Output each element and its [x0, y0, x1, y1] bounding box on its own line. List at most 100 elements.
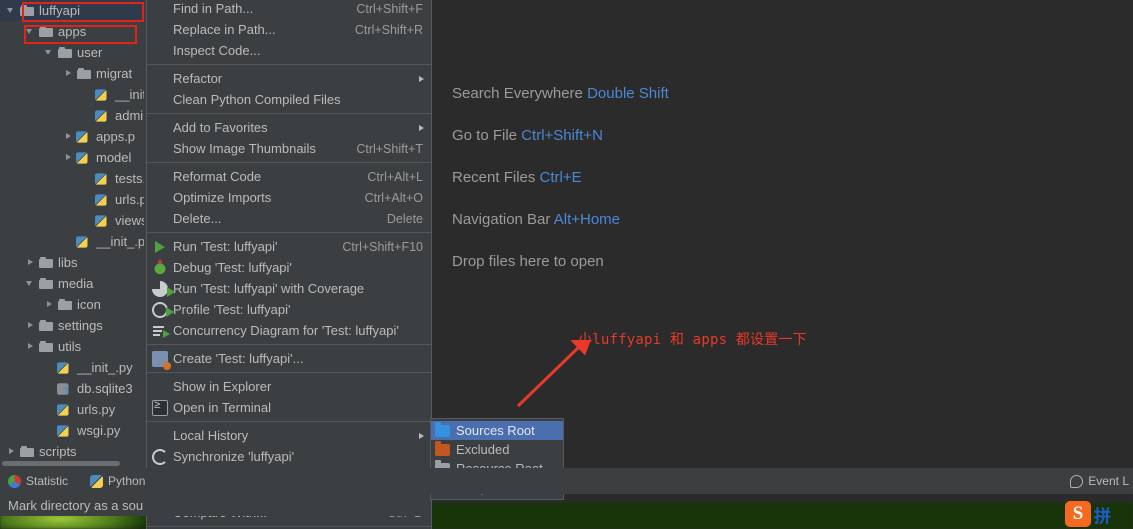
menu-item-open-in-terminal[interactable]: Open in Terminal: [147, 397, 431, 418]
scrollbar-thumb[interactable]: [2, 461, 120, 466]
folder-icon: [38, 276, 54, 292]
tree-item-dbsqlite3[interactable]: db.sqlite3: [0, 378, 144, 399]
menu-item-reformat-code[interactable]: Reformat Code Ctrl+Alt+L: [147, 166, 431, 187]
sidebar-horizontal-scrollbar[interactable]: [0, 459, 144, 468]
tree-item-admin[interactable]: admin: [0, 105, 144, 126]
tree-item-wsgipy[interactable]: wsgi.py: [0, 420, 144, 441]
context-menu[interactable]: Find in Path... Ctrl+Shift+F Replace in Pa…: [146, 0, 432, 529]
project-tree-panel[interactable]: luffyapi apps user migrat __init_admin apps.p…: [0, 0, 144, 470]
menu-separator: [147, 64, 431, 65]
chevron-right-icon[interactable]: [25, 257, 36, 268]
menu-item-local-history[interactable]: Local History: [147, 425, 431, 446]
menu-item-refactor[interactable]: Refactor: [147, 68, 431, 89]
python-file-icon: [57, 362, 69, 374]
menu-item-find-in-path[interactable]: Find in Path... Ctrl+Shift+F: [147, 0, 431, 19]
python-file-icon: [95, 89, 107, 101]
menu-item-show-image-thumbnails[interactable]: Show Image Thumbnails Ctrl+Shift+T: [147, 138, 431, 159]
tree-item-luffyapi[interactable]: luffyapi: [0, 0, 144, 21]
chevron-right-icon[interactable]: [25, 341, 36, 352]
menu-item-run-test-luffyapi-with-coverage[interactable]: Run 'Test: luffyapi' with Coverage: [147, 278, 431, 299]
folder-icon-orange: [435, 440, 450, 456]
chevron-right-icon[interactable]: [63, 152, 74, 163]
chevron-right-icon[interactable]: [63, 68, 74, 79]
status-bar[interactable]: Statistic Python Event L: [0, 468, 1133, 494]
tree-item-initpy[interactable]: __init_.py: [0, 357, 144, 378]
chevron-down-icon[interactable]: [44, 47, 55, 58]
tree-item-label: settings: [58, 318, 103, 333]
tree-item-init[interactable]: __init_: [0, 84, 144, 105]
chevron-right-icon[interactable]: [63, 131, 74, 142]
submenu-arrow-icon: [419, 124, 424, 131]
tree-item-model[interactable]: model: [0, 147, 144, 168]
hint-label: Drop files here to open: [452, 253, 604, 270]
menu-item-debug-test-luffyapi[interactable]: Debug 'Test: luffyapi': [147, 257, 431, 278]
menu-item-create-test-luffyapi[interactable]: Create 'Test: luffyapi'...: [147, 348, 431, 370]
menu-item-run-test-luffyapi[interactable]: Run 'Test: luffyapi' Ctrl+Shift+F10: [147, 236, 431, 257]
tree-item-user[interactable]: user: [0, 42, 144, 63]
menu-item-profile-test-luffyapi[interactable]: Profile 'Test: luffyapi': [147, 299, 431, 320]
menu-item-label: Create 'Test: luffyapi'...: [173, 351, 304, 366]
tree-item-apps[interactable]: apps: [0, 21, 144, 42]
tree-item-icon[interactable]: icon: [0, 294, 144, 315]
tree-item-settings[interactable]: settings: [0, 315, 144, 336]
menu-item-shortcut: Ctrl+Shift+F: [356, 1, 423, 16]
tree-item-label: __init_: [115, 87, 144, 102]
chevron-right-icon[interactable]: [6, 446, 17, 457]
tree-item-utils[interactable]: utils: [0, 336, 144, 357]
create-icon: [152, 350, 171, 370]
submenu-item-excluded[interactable]: Excluded: [431, 440, 563, 459]
hint-label: Search Everywhere: [452, 85, 583, 102]
status-python-interpreter[interactable]: Python: [90, 474, 145, 488]
welcome-hint: Recent Files Ctrl+E: [452, 169, 669, 186]
status-statistic-label: Statistic: [26, 474, 69, 488]
tree-item-testsp[interactable]: tests.p: [0, 168, 144, 189]
menu-item-add-to-favorites[interactable]: Add to Favorites: [147, 117, 431, 138]
menu-item-label: Reformat Code: [173, 169, 262, 184]
chevron-down-icon[interactable]: [25, 278, 36, 289]
menu-item-label: Find in Path...: [173, 1, 254, 16]
welcome-hint: Drop files here to open: [452, 253, 669, 270]
python-file-icon: [95, 173, 107, 185]
chevron-right-icon[interactable]: [44, 299, 55, 310]
tree-item-urlspy[interactable]: urls.py: [0, 399, 144, 420]
tree-item-label: tests.p: [115, 171, 144, 186]
statistic-icon: [8, 474, 21, 488]
chevron-down-icon[interactable]: [6, 5, 17, 16]
welcome-hint: Go to File Ctrl+Shift+N: [452, 127, 669, 144]
unknown-file-icon: [57, 382, 69, 396]
tree-item-label: admin: [115, 108, 144, 123]
menu-item-show-in-explorer[interactable]: Show in Explorer: [147, 376, 431, 397]
menu-item-clean-python-compiled-files[interactable]: Clean Python Compiled Files: [147, 89, 431, 110]
folder-icon: [19, 444, 35, 460]
status-statistic[interactable]: Statistic: [8, 474, 68, 488]
ide-screenshot: Search Everywhere Double Shift Go to File…: [0, 0, 1133, 529]
tree-item-urlspy[interactable]: urls.py: [0, 189, 144, 210]
chevron-right-icon[interactable]: [25, 320, 36, 331]
menu-item-delete[interactable]: Delete... Delete: [147, 208, 431, 229]
menu-item-label: Replace in Path...: [173, 22, 276, 37]
menu-item-replace-in-path[interactable]: Replace in Path... Ctrl+Shift+R: [147, 19, 431, 40]
tree-item-appsp[interactable]: apps.p: [0, 126, 144, 147]
submenu-item-sources-root[interactable]: Sources Root: [431, 421, 563, 440]
tree-item-initpy[interactable]: __init_.py: [0, 231, 144, 252]
tree-item-label: apps: [58, 24, 87, 39]
menu-item-inspect-code[interactable]: Inspect Code...: [147, 40, 431, 61]
status-event-log[interactable]: Event L: [1070, 474, 1129, 488]
chevron-down-icon[interactable]: [25, 26, 36, 37]
menu-separator: [147, 232, 431, 233]
folder-icon: [19, 3, 35, 19]
debug-icon: [152, 259, 168, 276]
menu-item-label: Show Image Thumbnails: [173, 141, 316, 156]
tree-item-media[interactable]: media: [0, 273, 144, 294]
menu-item-shortcut: Ctrl+Shift+F10: [342, 239, 423, 254]
tree-item-views[interactable]: views.: [0, 210, 144, 231]
python-file-icon: [95, 194, 107, 206]
tree-item-migrat[interactable]: migrat: [0, 63, 144, 84]
menu-item-optimize-imports[interactable]: Optimize Imports Ctrl+Alt+O: [147, 187, 431, 208]
menu-item-concurrency-diagram-for-test-luffyapi[interactable]: Concurrency Diagram for 'Test: luffyapi': [147, 320, 431, 341]
menu-item-synchronize-luffyapi[interactable]: Synchronize 'luffyapi': [147, 446, 431, 467]
tree-item-libs[interactable]: libs: [0, 252, 144, 273]
ime-indicator[interactable]: S 拼: [1065, 499, 1111, 529]
